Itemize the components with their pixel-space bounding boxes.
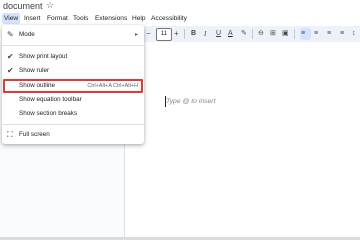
insert-comment-icon[interactable]: ⊞ bbox=[270, 29, 276, 39]
submenu-arrow-icon: ▸ bbox=[134, 32, 138, 38]
toolbar-divider bbox=[252, 29, 253, 39]
justify-icon[interactable]: ≡ bbox=[340, 29, 344, 39]
menu-item-show-ruler[interactable]: ✔ Show ruler bbox=[2, 64, 144, 78]
editor-placeholder[interactable]: Type @ to insert bbox=[166, 98, 215, 105]
document-title[interactable]: document bbox=[3, 1, 43, 11]
menu-item-label: Mode bbox=[19, 31, 35, 38]
menu-accessibility[interactable]: Accessibility bbox=[149, 13, 189, 24]
menu-bar: View Insert Format Tools Extensions Help… bbox=[0, 13, 360, 25]
title-bar: document ☆ bbox=[0, 0, 360, 13]
checkmark-icon: ✔ bbox=[7, 52, 14, 61]
menu-divider bbox=[2, 45, 144, 46]
menu-item-full-screen[interactable]: ⛶ Full screen bbox=[2, 128, 144, 142]
italic-icon[interactable]: I bbox=[204, 29, 206, 39]
toolbar-divider bbox=[184, 29, 185, 39]
menu-item-show-equation-toolbar[interactable]: Show equation toolbar bbox=[2, 93, 144, 107]
align-center-icon[interactable]: ≡ bbox=[314, 29, 318, 39]
menu-help[interactable]: Help bbox=[130, 13, 148, 24]
menu-divider bbox=[2, 124, 144, 125]
menu-item-label: Show print layout bbox=[19, 53, 68, 60]
menu-insert[interactable]: Insert bbox=[22, 13, 43, 24]
highlight-annotation-box bbox=[3, 79, 143, 93]
menu-item-mode[interactable]: ✎ Mode ▸ bbox=[2, 28, 144, 42]
text-color-icon[interactable]: A bbox=[228, 29, 233, 39]
menu-item-label: Full screen bbox=[19, 131, 50, 138]
align-left-icon[interactable]: ≡ bbox=[301, 29, 305, 39]
line-spacing-icon[interactable]: ↕ bbox=[352, 29, 356, 39]
insert-image-icon[interactable]: ▣ bbox=[282, 29, 289, 39]
bold-icon[interactable]: B bbox=[191, 29, 196, 39]
fullscreen-icon: ⛶ bbox=[7, 130, 13, 139]
menu-item-show-section-breaks[interactable]: Show section breaks bbox=[2, 107, 144, 121]
menu-item-label: Show equation toolbar bbox=[19, 96, 82, 103]
menu-view[interactable]: View bbox=[2, 13, 21, 24]
menu-tools[interactable]: Tools bbox=[71, 13, 90, 24]
underline-icon[interactable]: U bbox=[216, 29, 221, 39]
toolbar-divider bbox=[294, 29, 295, 39]
menu-item-label: Show section breaks bbox=[19, 110, 78, 117]
decrease-font-size-icon[interactable]: − bbox=[146, 29, 151, 39]
document-page[interactable] bbox=[124, 44, 360, 240]
menu-item-label: Show ruler bbox=[19, 67, 50, 74]
highlight-color-icon[interactable]: ✎ bbox=[241, 29, 247, 39]
font-size-input[interactable]: 11 bbox=[156, 28, 172, 41]
menu-extensions[interactable]: Extensions bbox=[93, 13, 129, 24]
formatting-toolbar: ▾ − 11 + B I U A ✎ ⊖ ⊞ ▣ ≡ ≡ ≡ ≡ ↕ bbox=[124, 26, 360, 42]
menu-format[interactable]: Format bbox=[45, 13, 70, 24]
menu-item-show-print-layout[interactable]: ✔ Show print layout bbox=[2, 50, 144, 64]
insert-link-icon[interactable]: ⊖ bbox=[258, 29, 264, 39]
increase-font-size-icon[interactable]: + bbox=[174, 29, 179, 39]
star-icon[interactable]: ☆ bbox=[46, 0, 54, 11]
checkmark-icon: ✔ bbox=[7, 66, 14, 75]
pencil-icon: ✎ bbox=[7, 30, 14, 39]
align-right-icon[interactable]: ≡ bbox=[327, 29, 331, 39]
